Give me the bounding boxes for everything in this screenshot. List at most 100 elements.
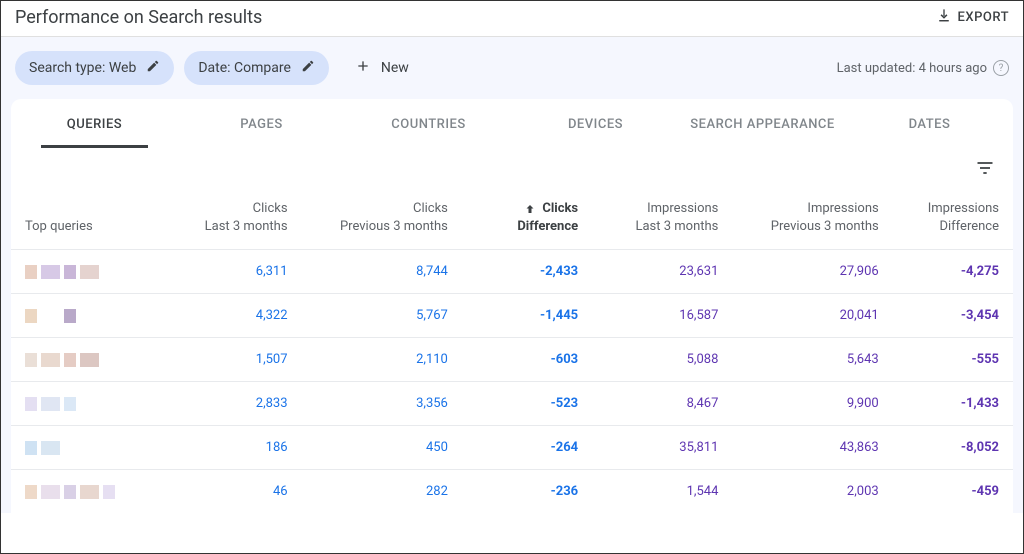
cell-clicks_diff: -264 [462, 426, 592, 470]
tab-dates[interactable]: DATES [846, 99, 1013, 148]
redacted-block [41, 485, 60, 499]
arrow-up-icon [524, 203, 536, 215]
cell-impr_diff: -459 [893, 470, 1013, 514]
cell-impr_diff: -1,433 [893, 382, 1013, 426]
cell-impr_last: 5,088 [592, 338, 732, 382]
cell-impr_diff: -8,052 [893, 426, 1013, 470]
query-cell [11, 338, 151, 382]
redacted-block [103, 485, 115, 499]
redacted-block [80, 441, 99, 455]
new-filter-button[interactable]: New [345, 52, 419, 84]
query-cell [11, 426, 151, 470]
cell-clicks_prev: 282 [302, 470, 462, 514]
redacted-block [25, 265, 37, 279]
table-row[interactable]: 6,3118,744-2,43323,63127,906-4,275 [11, 250, 1013, 294]
cell-clicks_last: 1,507 [151, 338, 301, 382]
cell-impr_prev: 9,900 [732, 382, 892, 426]
app-header: Performance on Search results EXPORT [1, 1, 1023, 37]
cell-clicks_prev: 5,767 [302, 294, 462, 338]
table-row[interactable]: 2,8333,356-5238,4679,900-1,433 [11, 382, 1013, 426]
redacted-block [64, 265, 76, 279]
query-cell [11, 294, 151, 338]
cell-impr_last: 8,467 [592, 382, 732, 426]
cell-impr_prev: 5,643 [732, 338, 892, 382]
redacted-block [25, 397, 37, 411]
redacted-block [41, 397, 60, 411]
cell-impr_last: 1,544 [592, 470, 732, 514]
col-impr-diff[interactable]: ImpressionsDifference [893, 186, 1013, 250]
table-row[interactable]: 186450-26435,81143,863-8,052 [11, 426, 1013, 470]
redacted-block [80, 309, 99, 323]
cell-clicks_last: 2,833 [151, 382, 301, 426]
filters-bar: Search type: Web Date: Compare New Last … [1, 37, 1023, 99]
query-cell [11, 382, 151, 426]
cell-clicks_last: 6,311 [151, 250, 301, 294]
cell-impr_diff: -3,454 [893, 294, 1013, 338]
cell-clicks_last: 4,322 [151, 294, 301, 338]
cell-clicks_diff: -236 [462, 470, 592, 514]
cell-clicks_diff: -523 [462, 382, 592, 426]
pencil-icon [301, 59, 315, 77]
cell-impr_last: 35,811 [592, 426, 732, 470]
col-impr-last[interactable]: ImpressionsLast 3 months [592, 186, 732, 250]
redacted-block [64, 397, 76, 411]
cell-clicks_prev: 450 [302, 426, 462, 470]
tabs: QUERIESPAGESCOUNTRIESDEVICESSEARCH APPEA… [11, 99, 1013, 148]
redacted-block [41, 309, 60, 323]
redacted-block [41, 265, 60, 279]
filter-search-type[interactable]: Search type: Web [15, 51, 174, 85]
redacted-block [25, 485, 37, 499]
col-clicks-prev[interactable]: ClicksPrevious 3 months [302, 186, 462, 250]
tab-pages[interactable]: PAGES [178, 99, 345, 148]
tab-queries[interactable]: QUERIES [11, 99, 178, 148]
plus-icon [355, 58, 371, 78]
cell-impr_diff: -555 [893, 338, 1013, 382]
redacted-block [80, 353, 99, 367]
col-clicks-diff[interactable]: ClicksDifference [462, 186, 592, 250]
cell-impr_diff: -4,275 [893, 250, 1013, 294]
export-button[interactable]: EXPORT [936, 8, 1009, 28]
table-row[interactable]: 46282-2361,5442,003-459 [11, 470, 1013, 514]
redacted-block [41, 441, 60, 455]
export-label: EXPORT [958, 10, 1009, 25]
cell-clicks_diff: -1,445 [462, 294, 592, 338]
cell-clicks_prev: 3,356 [302, 382, 462, 426]
table-row[interactable]: 4,3225,767-1,44516,58720,041-3,454 [11, 294, 1013, 338]
last-updated-text: Last updated: 4 hours ago [837, 61, 987, 76]
new-filter-label: New [381, 60, 409, 76]
cell-impr_last: 23,631 [592, 250, 732, 294]
col-top-queries[interactable]: Top queries [11, 186, 151, 250]
tab-devices[interactable]: DEVICES [512, 99, 679, 148]
table-row[interactable]: 1,5072,110-6035,0885,643-555 [11, 338, 1013, 382]
cell-impr_prev: 43,863 [732, 426, 892, 470]
tab-search-appearance[interactable]: SEARCH APPEARANCE [679, 99, 846, 148]
col-clicks-last[interactable]: ClicksLast 3 months [151, 186, 301, 250]
cell-impr_prev: 27,906 [732, 250, 892, 294]
col-impr-prev[interactable]: ImpressionsPrevious 3 months [732, 186, 892, 250]
redacted-block [80, 265, 99, 279]
cell-clicks_last: 186 [151, 426, 301, 470]
redacted-block [25, 309, 37, 323]
redacted-block [64, 441, 76, 455]
last-updated: Last updated: 4 hours ago ? [837, 60, 1009, 76]
redacted-block [64, 485, 76, 499]
pencil-icon [146, 59, 160, 77]
cell-clicks_prev: 2,110 [302, 338, 462, 382]
redacted-block [64, 309, 76, 323]
cell-impr_prev: 2,003 [732, 470, 892, 514]
filter-date[interactable]: Date: Compare [184, 51, 329, 85]
tab-countries[interactable]: COUNTRIES [345, 99, 512, 148]
query-cell [11, 470, 151, 514]
filter-date-label: Date: Compare [198, 60, 291, 76]
redacted-block [41, 353, 60, 367]
redacted-block [80, 397, 99, 411]
cell-clicks_diff: -2,433 [462, 250, 592, 294]
cell-impr_prev: 20,041 [732, 294, 892, 338]
redacted-block [64, 353, 76, 367]
page-title: Performance on Search results [15, 7, 262, 28]
cell-clicks_last: 46 [151, 470, 301, 514]
download-icon [936, 8, 952, 28]
filter-icon[interactable] [975, 158, 995, 182]
query-cell [11, 250, 151, 294]
help-icon[interactable]: ? [993, 60, 1009, 76]
